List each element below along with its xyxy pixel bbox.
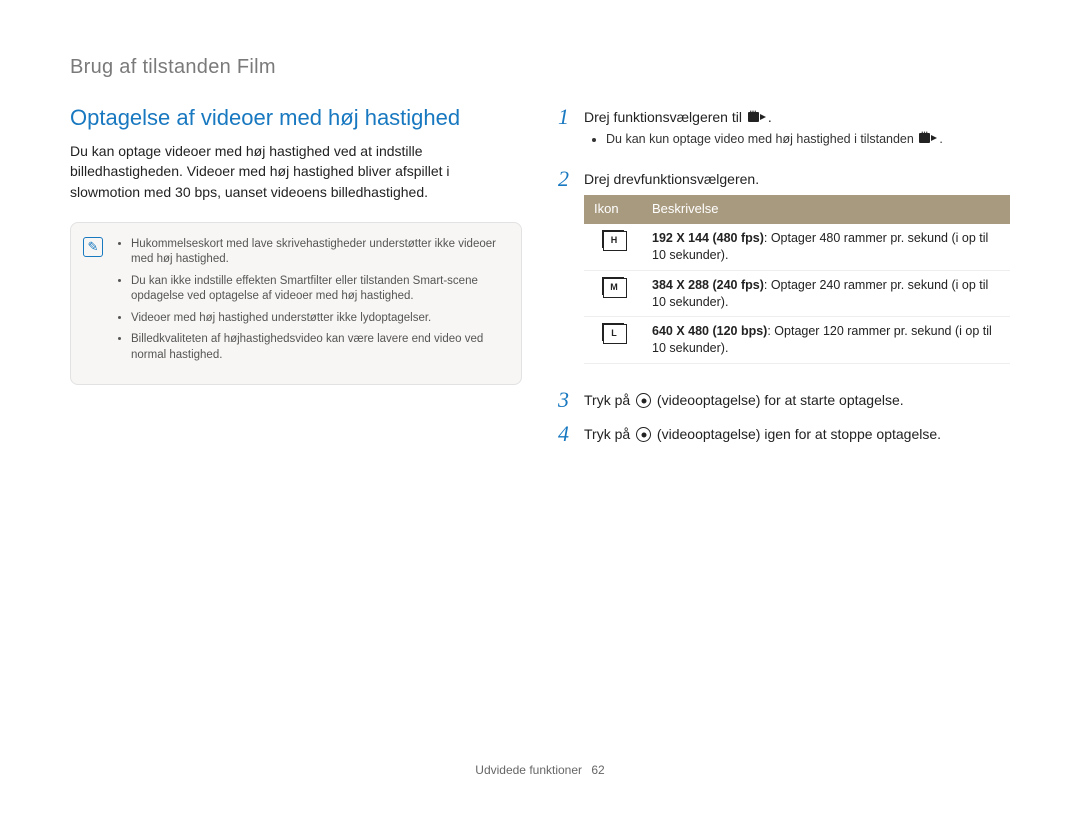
intro-paragraph: Du kan optage videoer med høj hastighed … (70, 141, 522, 202)
resolution-table: Ikon Beskrivelse H 192 X 144 (480 fps): … (584, 195, 1010, 364)
step-1: 1 Drej funktionsvælgeren til •••. Du kan… (558, 105, 1010, 157)
sub-text: . (939, 132, 942, 146)
step-text: (videooptagelse) igen for at stoppe opta… (653, 426, 941, 442)
resolution-m-icon: M (602, 277, 624, 295)
note-item: Hukommelseskort med lave skrivehastighed… (131, 237, 505, 268)
step-text: Drej drevfunktionsvælgeren. (584, 171, 759, 187)
note-item: Videoer med høj hastighed understøtter i… (131, 311, 505, 327)
table-row: M 384 X 288 (240 fps): Optager 240 ramme… (584, 270, 1010, 317)
note-box: ✎ Hukommelseskort med lave skrivehastigh… (70, 222, 522, 385)
footer-section: Udvidede funktioner (475, 763, 582, 777)
row-bold: 640 X 480 (120 bps) (652, 324, 767, 338)
row-bold: 192 X 144 (480 fps) (652, 231, 764, 245)
row-bold: 384 X 288 (240 fps) (652, 278, 764, 292)
record-button-icon (636, 427, 651, 442)
page-number: 62 (591, 763, 604, 777)
note-item: Billedkvaliteten af højhastighedsvideo k… (131, 332, 505, 363)
page-footer: Udvidede funktioner 62 (0, 763, 1080, 777)
table-row: H 192 X 144 (480 fps): Optager 480 ramme… (584, 224, 1010, 270)
resolution-l-icon: L (602, 323, 624, 341)
sub-text: Du kan kun optage video med høj hastighe… (606, 132, 917, 146)
step-number: 4 (558, 422, 574, 446)
step-text: . (768, 109, 772, 125)
step-number: 1 (558, 105, 574, 129)
step-text: Drej funktionsvælgeren til (584, 109, 746, 125)
step-2: 2 Drej drevfunktionsvælgeren. Ikon Beskr… (558, 167, 1010, 378)
step-text: (videooptagelse) for at starte optagelse… (653, 392, 904, 408)
step-text: Tryk på (584, 426, 634, 442)
step-number: 3 (558, 388, 574, 412)
step-number: 2 (558, 167, 574, 191)
resolution-h-icon: H (602, 230, 624, 248)
page-header: Brug af tilstanden Film (70, 56, 1010, 79)
step-sub-bullet: Du kan kun optage video med høj hastighe… (606, 131, 1010, 149)
step-4: 4 Tryk på (videooptagelse) igen for at s… (558, 422, 1010, 446)
step-text: Tryk på (584, 392, 634, 408)
step-3: 3 Tryk på (videooptagelse) for at starte… (558, 388, 1010, 412)
right-column: 1 Drej funktionsvælgeren til •••. Du kan… (558, 105, 1010, 457)
table-row: L 640 X 480 (120 bps): Optager 120 ramme… (584, 317, 1010, 364)
table-head-icon: Ikon (584, 195, 642, 224)
videocamera-icon: ••• (919, 132, 937, 144)
record-button-icon (636, 393, 651, 408)
videocamera-icon: ••• (748, 111, 766, 123)
section-heading: Optagelse af videoer med høj hastighed (70, 105, 522, 131)
table-head-desc: Beskrivelse (642, 195, 1010, 224)
note-item: Du kan ikke indstille effekten Smartfilt… (131, 274, 505, 305)
note-icon: ✎ (83, 237, 103, 257)
left-column: Optagelse af videoer med høj hastighed D… (70, 105, 522, 457)
